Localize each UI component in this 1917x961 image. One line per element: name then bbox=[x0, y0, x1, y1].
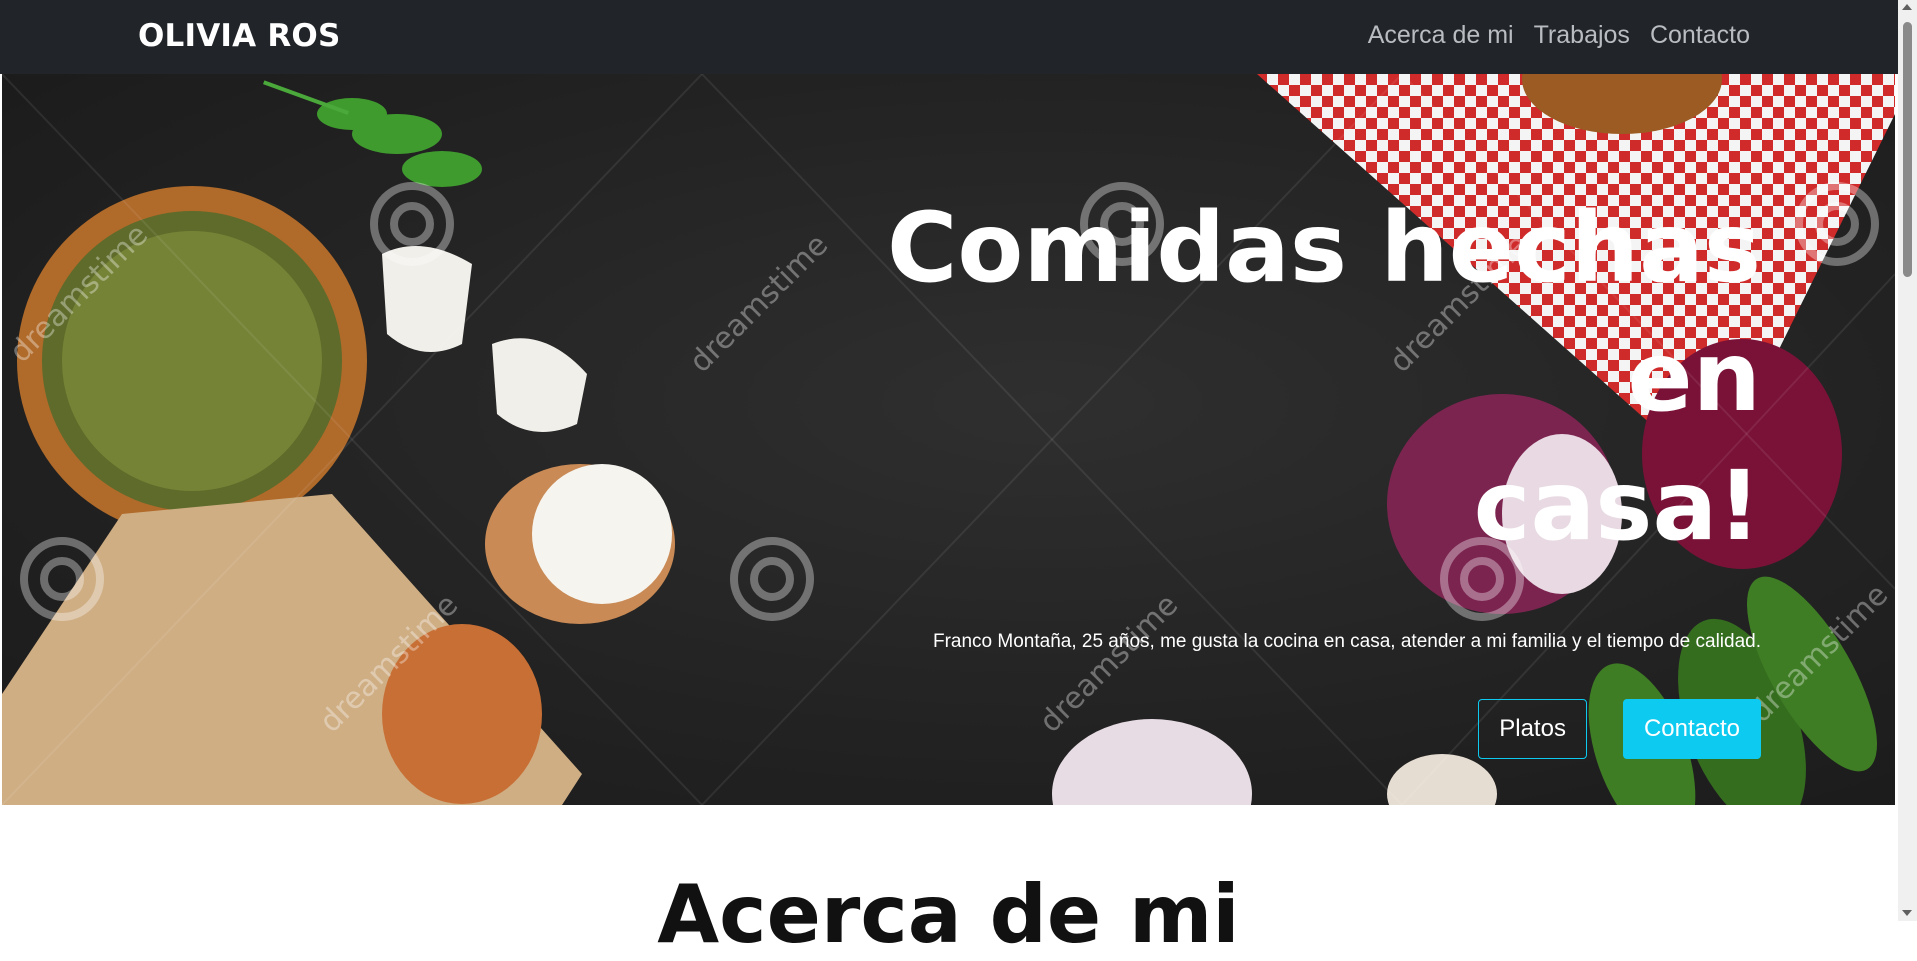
nav-link-acerca[interactable]: Acerca de mi bbox=[1368, 21, 1514, 50]
nav-link-trabajos[interactable]: Trabajos bbox=[1534, 21, 1630, 50]
hero-subtitle: Franco Montaña, 25 años, me gusta la coc… bbox=[932, 631, 1761, 652]
hero-title-line-2: casa! bbox=[1473, 450, 1761, 562]
nav-link-contacto[interactable]: Contacto bbox=[1650, 21, 1750, 50]
page-scrollbar[interactable] bbox=[1898, 0, 1917, 921]
hero-title-line-1: Comidas hechas en bbox=[886, 192, 1761, 433]
brand-logo[interactable]: OLIVIA ROS bbox=[138, 18, 341, 54]
platos-button[interactable]: Platos bbox=[1478, 699, 1587, 759]
about-section: Acerca de mi bbox=[2, 805, 1895, 960]
nav-links: Acerca de mi Trabajos Contacto bbox=[1368, 21, 1750, 50]
scroll-up-arrow-icon[interactable] bbox=[1902, 4, 1912, 10]
scroll-thumb[interactable] bbox=[1903, 22, 1912, 277]
eggshell-2 bbox=[492, 338, 587, 432]
parsley-icon bbox=[263, 80, 482, 187]
hero-content: Comidas hechas en casa! Franco Montaña, … bbox=[761, 184, 1761, 759]
hero-title: Comidas hechas en casa! bbox=[761, 184, 1761, 571]
scroll-down-arrow-icon[interactable] bbox=[1902, 910, 1912, 916]
hero-buttons: Platos Contacto bbox=[761, 699, 1761, 759]
contacto-button[interactable]: Contacto bbox=[1622, 699, 1761, 759]
about-title: Acerca de mi bbox=[657, 868, 1240, 961]
navbar: OLIVIA ROS Acerca de mi Trabajos Contact… bbox=[0, 0, 1898, 74]
hero-section: dreamstime dreamstime dreamstime dreamst… bbox=[2, 74, 1895, 805]
